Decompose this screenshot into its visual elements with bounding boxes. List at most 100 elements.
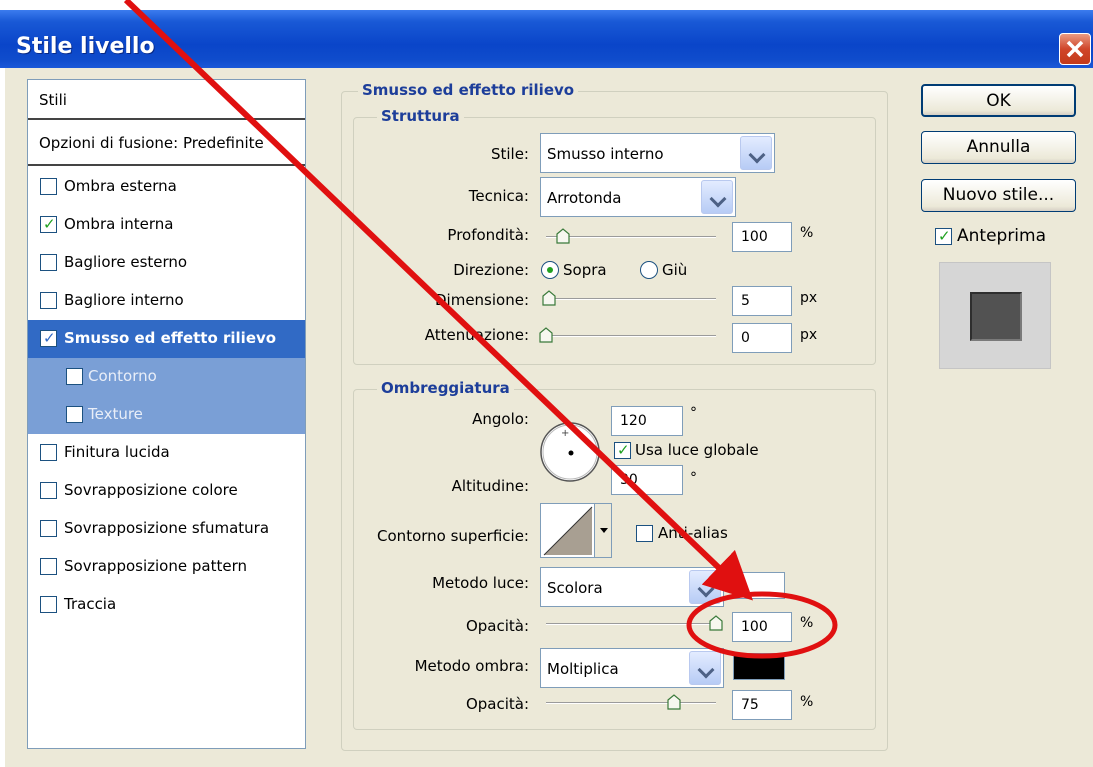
- highlight-color-swatch[interactable]: [733, 572, 785, 599]
- cancel-button-label: Annulla: [966, 137, 1031, 157]
- shadow-opacity-input[interactable]: 75: [732, 690, 792, 720]
- preview-checkbox[interactable]: ✓: [935, 227, 952, 245]
- style-select[interactable]: Smusso interno: [540, 133, 775, 173]
- style-item[interactable]: Traccia: [28, 586, 305, 624]
- antialias-checkbox[interactable]: [636, 525, 653, 542]
- style-item[interactable]: Contorno: [28, 358, 305, 396]
- soften-slider-thumb[interactable]: [539, 327, 553, 343]
- style-item[interactable]: Bagliore interno: [28, 282, 305, 320]
- style-item[interactable]: Ombra esterna: [28, 168, 305, 206]
- style-item-checkbox[interactable]: ✓: [40, 329, 57, 347]
- shading-title: Ombreggiatura: [377, 379, 514, 397]
- depth-unit: %: [800, 225, 814, 241]
- blending-options-item[interactable]: Opzioni di fusione: Predefinite: [28, 122, 305, 166]
- highlight-mode-select[interactable]: Scolora: [540, 567, 724, 607]
- angle-input[interactable]: 120: [611, 406, 683, 436]
- new-style-button[interactable]: Nuovo stile...: [921, 179, 1076, 212]
- global-light-checkbox[interactable]: ✓: [614, 441, 631, 459]
- size-slider[interactable]: [546, 298, 716, 300]
- cancel-button[interactable]: Annulla: [921, 131, 1076, 164]
- gloss-contour-label: Contorno superficie:: [377, 527, 529, 545]
- shadow-opacity-slider[interactable]: [546, 702, 716, 704]
- style-item[interactable]: ✓ Smusso ed effetto rilievo: [28, 320, 305, 358]
- technique-select[interactable]: Arrotonda: [540, 177, 736, 217]
- shadow-mode-select[interactable]: Moltiplica: [540, 648, 724, 688]
- depth-input[interactable]: 100: [732, 222, 792, 252]
- direction-down-label: Giù: [662, 261, 688, 279]
- soften-label: Attenuazione:: [424, 326, 529, 344]
- antialias-label: Anti-alias: [658, 524, 728, 542]
- size-slider-thumb[interactable]: [542, 290, 556, 306]
- style-item-checkbox[interactable]: [40, 482, 57, 499]
- size-unit: px: [800, 290, 818, 306]
- highlight-opacity-value: 100: [741, 619, 768, 635]
- style-item[interactable]: Sovrapposizione colore: [28, 472, 305, 510]
- contour-preview-icon: [543, 506, 593, 556]
- gloss-contour-picker[interactable]: [540, 503, 612, 558]
- shadow-opacity-slider-thumb[interactable]: [666, 694, 681, 710]
- style-item-checkbox[interactable]: [40, 444, 57, 461]
- style-item[interactable]: Bagliore esterno: [28, 244, 305, 282]
- ok-button[interactable]: OK: [921, 84, 1076, 117]
- slider-thumb-icon: [709, 615, 723, 631]
- style-item[interactable]: ✓ Ombra interna: [28, 206, 305, 244]
- style-item-checkbox[interactable]: [40, 520, 57, 537]
- styles-header[interactable]: Stili: [28, 80, 305, 120]
- soften-input[interactable]: 0: [732, 323, 792, 353]
- technique-label: Tecnica:: [468, 187, 529, 205]
- chevron-down-icon[interactable]: [740, 136, 772, 170]
- chevron-down-icon[interactable]: [689, 651, 721, 685]
- highlight-opacity-unit: %: [800, 615, 814, 631]
- style-item[interactable]: Sovrapposizione pattern: [28, 548, 305, 586]
- style-select-value: Smusso interno: [547, 145, 664, 163]
- style-item-label: Sovrapposizione pattern: [64, 557, 247, 575]
- ok-button-label: OK: [986, 91, 1011, 111]
- direction-up-radio[interactable]: [541, 261, 559, 279]
- style-item[interactable]: Finitura lucida: [28, 434, 305, 472]
- style-item-checkbox[interactable]: [66, 368, 83, 385]
- styles-list: Stili Opzioni di fusione: Predefinite Om…: [27, 79, 306, 749]
- style-label: Stile:: [490, 145, 529, 163]
- style-item-checkbox[interactable]: ✓: [40, 215, 57, 233]
- close-button[interactable]: [1059, 33, 1091, 65]
- svg-text:+: +: [561, 428, 569, 439]
- depth-value: 100: [741, 229, 768, 245]
- style-item-checkbox[interactable]: [40, 178, 57, 195]
- size-value: 5: [741, 293, 750, 309]
- style-item-checkbox[interactable]: [66, 406, 83, 423]
- style-item-checkbox[interactable]: [40, 596, 57, 613]
- chevron-down-icon[interactable]: [689, 570, 721, 604]
- style-item-label: Smusso ed effetto rilievo: [64, 329, 277, 347]
- chevron-down-icon[interactable]: [701, 180, 733, 214]
- contour-dropdown-button[interactable]: [594, 504, 611, 557]
- depth-slider-thumb[interactable]: [556, 228, 570, 244]
- new-style-button-label: Nuovo stile...: [942, 185, 1055, 205]
- bevel-emboss-title: Smusso ed effetto rilievo: [358, 81, 579, 99]
- highlight-opacity-label: Opacità:: [465, 617, 529, 635]
- style-item-checkbox[interactable]: [40, 292, 57, 309]
- depth-slider[interactable]: [546, 236, 716, 238]
- direction-label: Direzione:: [453, 261, 529, 279]
- highlight-opacity-input[interactable]: 100: [732, 612, 792, 642]
- soften-slider[interactable]: [546, 335, 716, 337]
- global-light-label: Usa luce globale: [635, 441, 759, 459]
- altitude-unit: °: [690, 470, 697, 486]
- highlight-opacity-slider-thumb[interactable]: [709, 615, 723, 631]
- style-item-label: Traccia: [64, 595, 117, 613]
- style-item-checkbox[interactable]: [40, 254, 57, 271]
- shadow-color-swatch[interactable]: [733, 653, 785, 680]
- altitude-value: 30: [620, 472, 638, 488]
- preview-swatch: [970, 292, 1022, 341]
- direction-down-radio[interactable]: [640, 261, 658, 279]
- altitude-input[interactable]: 30: [611, 465, 683, 495]
- angle-unit: °: [690, 405, 697, 421]
- size-input[interactable]: 5: [732, 286, 792, 316]
- style-item[interactable]: Sovrapposizione sfumatura: [28, 510, 305, 548]
- title-bar[interactable]: Stile livello: [0, 10, 1093, 68]
- highlight-opacity-slider[interactable]: [546, 623, 716, 625]
- technique-select-value: Arrotonda: [547, 189, 622, 207]
- style-item-checkbox[interactable]: [40, 558, 57, 575]
- angle-dial[interactable]: +: [538, 420, 602, 484]
- slider-thumb-icon: [556, 228, 570, 244]
- style-item[interactable]: Texture: [28, 396, 305, 434]
